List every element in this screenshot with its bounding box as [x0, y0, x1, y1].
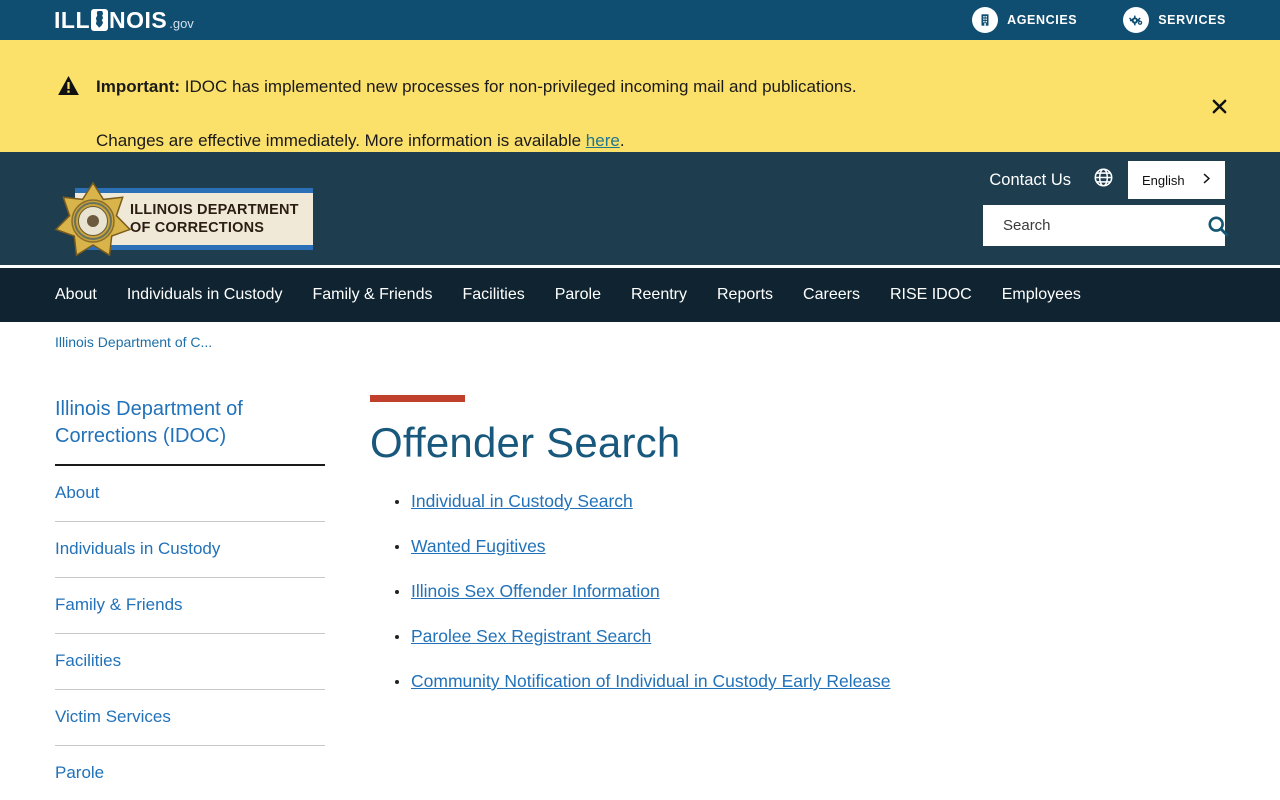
sidebar-item: Victim Services: [55, 690, 325, 746]
sidebar-item-link[interactable]: Family & Friends: [55, 578, 325, 633]
alert-line2-start: Changes are effective immediately. More …: [96, 131, 586, 150]
page-title: Offender Search: [370, 419, 681, 466]
agencies-link[interactable]: AGENCIES: [972, 7, 1077, 33]
star-badge-icon: [53, 179, 133, 268]
idoc-logo-line1: ILLINOIS DEPARTMENT: [130, 202, 299, 218]
list-item: Parolee Sex Registrant Search: [395, 626, 891, 647]
list-item: Community Notification of Individual in …: [395, 671, 891, 692]
nav-item[interactable]: Reentry: [631, 286, 687, 304]
agencies-label: AGENCIES: [1007, 13, 1078, 27]
offender-search-links: Individual in Custody Search Wanted Fugi…: [370, 491, 891, 692]
gov-topbar: ILL NOIS .gov AGENCIES SERVICES: [0, 0, 1280, 40]
alert-banner: Important: IDOC has implemented new proc…: [0, 40, 1280, 152]
list-item: Wanted Fugitives: [395, 536, 891, 557]
offender-link[interactable]: Individual in Custody Search: [411, 491, 633, 512]
list-item: Illinois Sex Offender Information: [395, 581, 891, 602]
services-link[interactable]: SERVICES: [1123, 7, 1226, 33]
alert-important-label: Important:: [96, 77, 181, 96]
header-search: [983, 205, 1229, 246]
nav-item[interactable]: About: [55, 286, 97, 304]
idoc-logo-line2: OF CORRECTIONS: [130, 220, 265, 236]
main-content: Offender Search Individual in Custody Se…: [370, 360, 891, 800]
warning-icon: [58, 76, 79, 100]
illinois-gov-logo[interactable]: ILL NOIS .gov: [54, 7, 194, 34]
logo-text-prefix: ILL: [54, 6, 90, 33]
alert-line2-end: .: [619, 131, 625, 150]
header-utilities: Contact Us English: [983, 152, 1229, 265]
bullet-dot: [395, 544, 399, 549]
sidebar-item: About: [55, 466, 325, 522]
sidebar-item-link[interactable]: Individuals in Custody: [55, 522, 325, 577]
sidebar-item: Individuals in Custody: [55, 522, 325, 578]
bullet-dot: [395, 679, 399, 684]
globe-icon: [1093, 167, 1114, 193]
nav-item[interactable]: Individuals in Custody: [127, 286, 283, 304]
alert-line1: IDOC has implemented new processes for n…: [180, 77, 857, 96]
nav-item[interactable]: RISE IDOC: [890, 286, 972, 304]
nav-item[interactable]: Family & Friends: [312, 286, 432, 304]
offender-link[interactable]: Illinois Sex Offender Information: [411, 581, 660, 602]
nav-item[interactable]: Parole: [555, 286, 601, 304]
alert-close-button[interactable]: [1211, 98, 1228, 115]
sidebar-item-link[interactable]: Victim Services: [55, 690, 325, 745]
sidebar: Illinois Department of Corrections (IDOC…: [55, 396, 325, 800]
breadcrumb-link[interactable]: Illinois Department of C...: [55, 334, 212, 350]
gear-icon: [1123, 7, 1150, 33]
list-item: Individual in Custody Search: [395, 491, 891, 512]
nav-item[interactable]: Employees: [1002, 286, 1081, 304]
topbar-utility-links: AGENCIES SERVICES: [972, 7, 1226, 33]
bullet-dot: [395, 634, 399, 639]
services-label: SERVICES: [1158, 13, 1226, 27]
sidebar-item-link[interactable]: Parole: [55, 746, 325, 800]
bullet-dot: [395, 589, 399, 594]
sidebar-item-link[interactable]: About: [55, 466, 325, 521]
sidebar-menu: About Individuals in Custody Family & Frie…: [55, 466, 325, 800]
breadcrumb: Illinois Department of C...: [0, 322, 1280, 360]
offender-link[interactable]: Community Notification of Individual in …: [411, 671, 891, 692]
search-icon: [1206, 215, 1230, 241]
idoc-logo[interactable]: ILLINOIS DEPARTMENT OF CORRECTIONS: [54, 180, 315, 260]
chevron-right-icon: [1200, 172, 1213, 188]
language-selected-label: English: [1142, 172, 1185, 188]
sidebar-item: Parole: [55, 746, 325, 800]
sidebar-item: Facilities: [55, 634, 325, 690]
sidebar-item-link[interactable]: Facilities: [55, 634, 325, 689]
here-link[interactable]: here: [586, 131, 620, 150]
sidebar-item: Family & Friends: [55, 578, 325, 634]
offender-link[interactable]: Parolee Sex Registrant Search: [411, 626, 651, 647]
offender-link[interactable]: Wanted Fugitives: [411, 536, 546, 557]
nav-item[interactable]: Facilities: [462, 286, 524, 304]
site-header: ILLINOIS DEPARTMENT OF CORRECTIONS Conta…: [0, 152, 1280, 268]
alert-message: Important: IDOC has implemented new proc…: [96, 60, 857, 168]
logo-text-tld: .gov: [169, 15, 194, 31]
bullet-dot: [395, 499, 399, 504]
main-navigation: About Individuals in Custody Family & Frie…: [0, 268, 1280, 322]
contact-us-link[interactable]: Contact Us: [989, 171, 1071, 190]
search-button[interactable]: [1202, 214, 1242, 238]
search-input[interactable]: [983, 217, 1202, 234]
nav-item[interactable]: Careers: [803, 286, 860, 304]
building-icon: [972, 7, 999, 33]
nav-item[interactable]: Reports: [717, 286, 773, 304]
illinois-state-icon: [91, 9, 108, 31]
sidebar-title-link[interactable]: Illinois Department of Corrections (IDOC…: [55, 396, 325, 464]
accent-bar: [370, 395, 465, 402]
content-area: Illinois Department of Corrections (IDOC…: [0, 360, 1280, 800]
close-icon: [1211, 99, 1228, 118]
logo-text-suffix: NOIS: [109, 6, 168, 33]
